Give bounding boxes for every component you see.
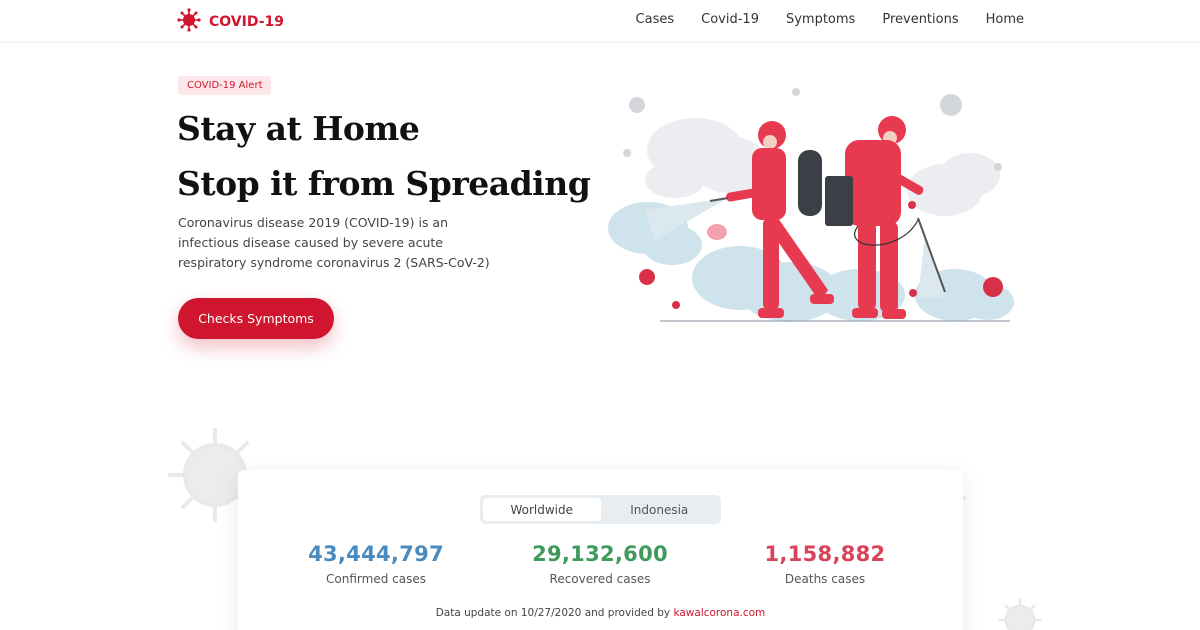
brand-name: COVID-19 (209, 14, 285, 30)
nav-link-symptoms[interactable]: Symptoms (786, 12, 855, 27)
hero-title: Stay at Home Stop it from Spreading (177, 101, 591, 211)
alert-badge: COVID-19 Alert (178, 76, 272, 95)
data-update-note: Data update on 10/27/2020 and provided b… (238, 607, 963, 619)
stats-card: Worldwide Indonesia 43,444,797 Confirmed… (238, 470, 963, 630)
recovered-stat: 29,132,600 Recovered cases (500, 542, 700, 586)
nav-links: Cases Covid-19 Symptoms Preventions Home (636, 12, 1024, 27)
update-text: Data update on 10/27/2020 and provided b… (435, 607, 671, 619)
hero-title-line-2: Stop it from Spreading (177, 164, 591, 203)
recovered-value: 29,132,600 (532, 542, 668, 566)
confirmed-value: 43,444,797 (308, 542, 444, 566)
tab-worldwide[interactable]: Worldwide (483, 498, 601, 521)
recovered-label: Recovered cases (549, 572, 651, 586)
confirmed-label: Confirmed cases (326, 572, 426, 586)
nav-link-home[interactable]: Home (986, 12, 1024, 27)
tab-indonesia[interactable]: Indonesia (601, 498, 719, 521)
background-virus-icon (998, 598, 1042, 630)
hero-title-line-1: Stay at Home (177, 109, 420, 148)
brand[interactable]: COVID-19 (177, 8, 284, 36)
disinfection-workers-illustration (608, 88, 1014, 322)
deaths-stat: 1,158,882 Deaths cases (725, 542, 925, 586)
confirmed-stat: 43,444,797 Confirmed cases (276, 542, 476, 586)
source-link[interactable]: kawalcorona.com (673, 607, 765, 619)
top-navbar: COVID-19 Cases Covid-19 Symptoms Prevent… (0, 0, 1200, 41)
nav-link-cases[interactable]: Cases (636, 12, 675, 27)
hero-description: Coronavirus disease 2019 (COVID-19) is a… (178, 215, 490, 270)
nav-link-covid-19[interactable]: Covid-19 (701, 12, 759, 27)
deaths-label: Deaths cases (784, 572, 866, 586)
nav-link-preventions[interactable]: Preventions (882, 12, 958, 27)
deaths-value: 1,158,882 (764, 542, 886, 566)
virus-logo-icon (177, 8, 201, 36)
region-tabs: Worldwide Indonesia (480, 495, 721, 524)
check-symptoms-button[interactable]: Checks Symptoms (178, 298, 334, 339)
